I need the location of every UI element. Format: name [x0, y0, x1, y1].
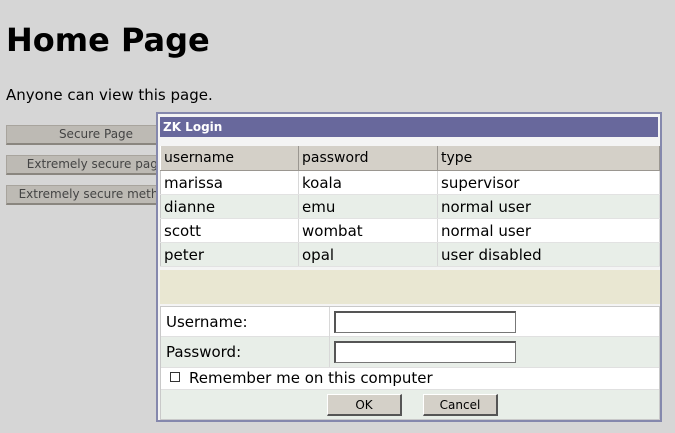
table-header-row: username password type: [160, 146, 660, 171]
remember-me-checkbox[interactable]: [170, 372, 180, 382]
ok-button[interactable]: OK: [327, 394, 402, 416]
users-table: username password type marissa koala sup…: [160, 146, 660, 267]
cell-username: marissa: [160, 170, 299, 195]
column-header-username[interactable]: username: [160, 146, 299, 171]
cell-password: koala: [298, 170, 438, 195]
table-row[interactable]: dianne emu normal user: [160, 194, 660, 219]
cell-username: peter: [160, 242, 299, 267]
column-header-type[interactable]: type: [437, 146, 660, 171]
table-row[interactable]: scott wombat normal user: [160, 218, 660, 243]
cell-type: supervisor: [437, 170, 660, 195]
page-description: Anyone can view this page.: [6, 86, 213, 104]
password-input[interactable]: [334, 341, 516, 363]
form-row-shade: [161, 389, 659, 419]
dialog-title-bar[interactable]: ZK Login: [160, 117, 658, 137]
login-dialog: ZK Login username password type marissa …: [156, 112, 662, 422]
cell-type: user disabled: [437, 242, 660, 267]
cell-password: opal: [298, 242, 438, 267]
cell-password: emu: [298, 194, 438, 219]
form-column-divider: [329, 307, 330, 367]
cell-username: scott: [160, 218, 299, 243]
username-label: Username:: [166, 313, 248, 331]
dialog-title: ZK Login: [163, 120, 223, 134]
table-row[interactable]: peter opal user disabled: [160, 242, 660, 267]
column-header-password[interactable]: password: [298, 146, 438, 171]
cancel-button[interactable]: Cancel: [423, 394, 498, 416]
remember-me-label[interactable]: Remember me on this computer: [189, 368, 433, 388]
table-spacer: [160, 270, 660, 304]
cell-type: normal user: [437, 218, 660, 243]
cell-password: wombat: [298, 218, 438, 243]
cell-username: dianne: [160, 194, 299, 219]
form-row-divider: [161, 336, 659, 337]
cell-type: normal user: [437, 194, 660, 219]
username-input[interactable]: [334, 311, 516, 333]
login-form: Username: Password: Remember me on this …: [160, 306, 660, 420]
page-title: Home Page: [6, 21, 210, 59]
password-label: Password:: [166, 343, 242, 361]
table-row[interactable]: marissa koala supervisor: [160, 170, 660, 195]
form-row-divider: [161, 389, 659, 390]
